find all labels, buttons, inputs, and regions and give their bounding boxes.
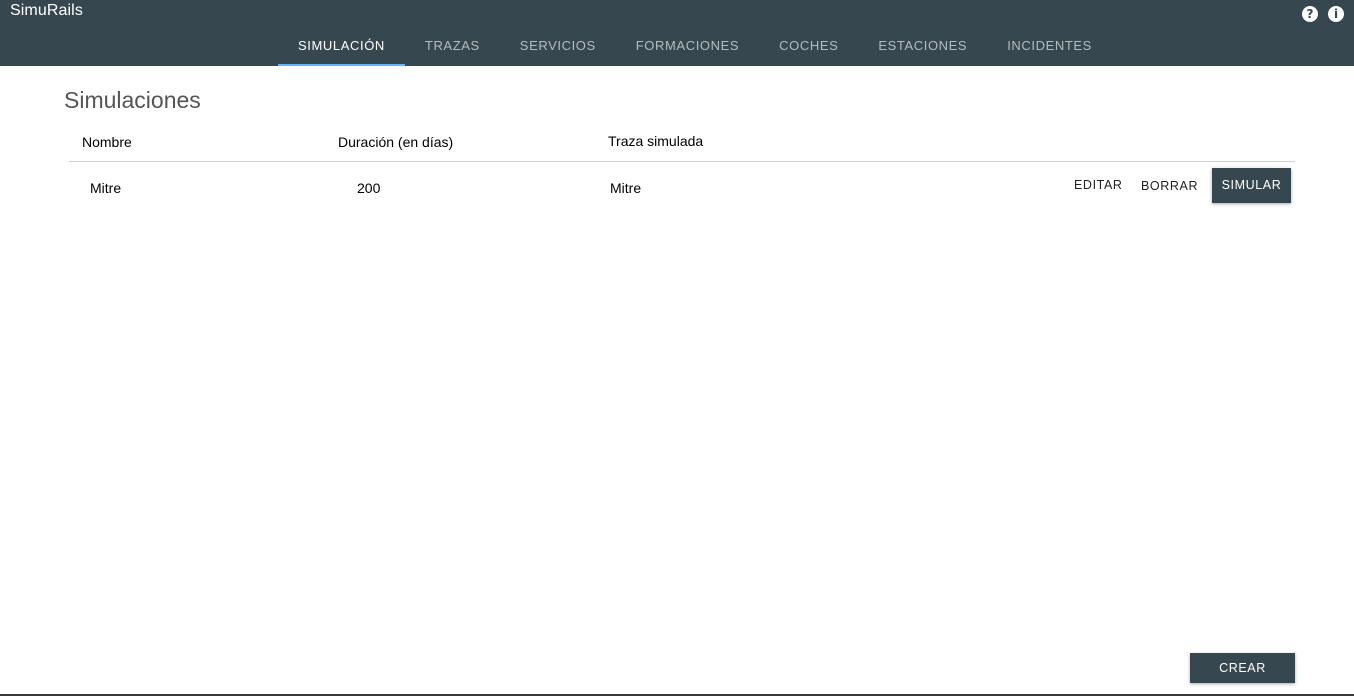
- help-icon[interactable]: ?: [1302, 6, 1318, 22]
- tab-simulacion[interactable]: SIMULACIÓN: [278, 27, 405, 66]
- page-title: Simulaciones: [64, 87, 201, 113]
- simulate-button[interactable]: SIMULAR: [1212, 168, 1291, 203]
- tab-trazas[interactable]: TRAZAS: [405, 27, 500, 66]
- edit-button[interactable]: EDITAR: [1074, 178, 1123, 192]
- tab-coches[interactable]: COCHES: [759, 27, 858, 66]
- create-button[interactable]: CREAR: [1190, 653, 1295, 683]
- nav-tabs: SIMULACIÓN TRAZAS SERVICIOS FORMACIONES …: [278, 27, 1112, 66]
- cell-traza: Mitre: [610, 180, 642, 196]
- cell-duracion: 200: [357, 180, 381, 196]
- column-header-traza: Traza simulada: [608, 133, 704, 149]
- tab-formaciones[interactable]: FORMACIONES: [616, 27, 759, 66]
- cell-nombre: Mitre: [90, 180, 122, 196]
- tab-servicios[interactable]: SERVICIOS: [500, 27, 616, 66]
- delete-button[interactable]: BORRAR: [1141, 179, 1198, 193]
- app-bar: SimuRails ? i SIMULACIÓN TRAZAS SERVICIO…: [0, 0, 1354, 66]
- app-title: SimuRails: [10, 2, 83, 19]
- top-icons: ? i: [1302, 6, 1344, 22]
- table-header: Nombre Duración (en días) Traza simulada: [69, 131, 1295, 162]
- tab-estaciones[interactable]: ESTACIONES: [858, 27, 987, 66]
- column-header-duracion: Duración (en días): [338, 134, 454, 150]
- tab-incidentes[interactable]: INCIDENTES: [987, 27, 1112, 66]
- table-row: Mitre 200 Mitre EDITAR BORRAR SIMULAR: [69, 163, 1295, 209]
- info-icon[interactable]: i: [1328, 6, 1344, 22]
- column-header-nombre: Nombre: [82, 134, 132, 150]
